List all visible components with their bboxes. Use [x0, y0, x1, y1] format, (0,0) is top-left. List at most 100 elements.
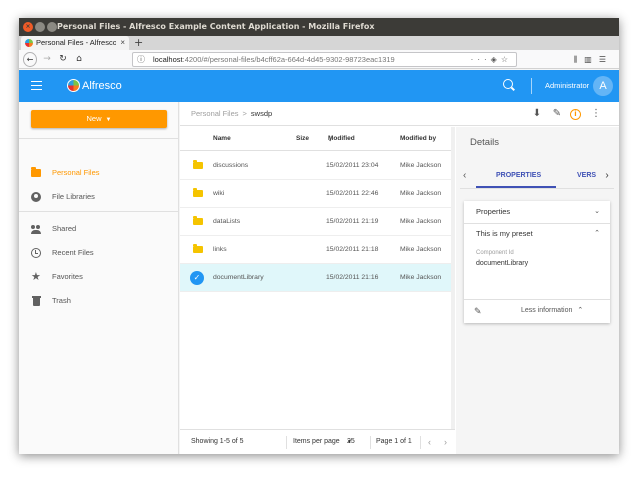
bookmark-star-icon[interactable]: ☆ — [501, 55, 512, 64]
table-row[interactable]: links 15/02/2011 21:18 Mike Jackson — [180, 236, 455, 264]
less-information-button[interactable]: Less information ⌃ — [521, 300, 583, 322]
check-circle-icon[interactable]: ✓ — [190, 271, 204, 285]
library-icon[interactable]: ⫼ — [574, 55, 585, 64]
row-name[interactable]: documentLibrary — [213, 264, 264, 292]
edit-pencil-icon[interactable]: ✎ — [474, 300, 482, 322]
browser-tabstrip: Personal Files - Alfresco × + — [19, 36, 619, 50]
sidebar-divider — [19, 211, 179, 212]
url-text: localhost:4200/#/personal-files/b4cff62a… — [153, 53, 395, 66]
reload-button[interactable]: ↻ — [57, 52, 69, 67]
window-close-button[interactable]: × — [23, 22, 33, 32]
folder-icon — [193, 160, 203, 169]
sidebar-item-label: Shared — [52, 224, 77, 233]
hamburger-menu-icon[interactable] — [31, 81, 42, 90]
new-button-label: New — [86, 114, 102, 123]
new-button[interactable]: New ▼ — [31, 110, 167, 128]
back-button[interactable]: ← — [23, 52, 37, 67]
table-row[interactable]: dataLists 15/02/2011 21:19 Mike Jackson — [180, 208, 455, 236]
sidebar-item-favorites[interactable]: ★ Favorites — [19, 267, 179, 287]
component-id-value: documentLibrary — [476, 260, 529, 267]
site-info-icon[interactable]: ⓘ — [137, 53, 145, 66]
browser-window: × Personal Files - Alfresco Example Cont… — [19, 18, 619, 454]
more-vert-icon[interactable]: ⋮ — [590, 108, 602, 120]
breadcrumb: Personal Files > swsdp — [191, 102, 272, 126]
column-header-modified-by[interactable]: Modified by — [400, 127, 436, 151]
pagination-divider — [420, 436, 421, 449]
sidebar-item-trash[interactable]: Trash — [19, 291, 179, 311]
row-name[interactable]: links — [213, 236, 227, 264]
sidebar-item-label: Trash — [52, 296, 71, 305]
breadcrumb-bar: Personal Files > swsdp ⬇ ✎ i ⋮ — [180, 102, 619, 126]
search-icon[interactable] — [503, 79, 513, 89]
folder-icon — [193, 216, 203, 225]
chevron-up-icon: ⌃ — [577, 307, 584, 314]
properties-header[interactable]: Properties — [476, 201, 510, 223]
url-actions: ···◈☆ — [471, 53, 512, 66]
prev-page-icon[interactable]: ‹ — [428, 430, 431, 454]
alfresco-logo-icon[interactable] — [67, 79, 80, 92]
table-row-selected[interactable]: ✓ documentLibrary 15/02/2011 21:16 Mike … — [180, 264, 455, 292]
details-title: Details — [470, 137, 500, 148]
table-header: Name Size ↓ Modified Modified by — [180, 127, 455, 151]
page-indicator[interactable]: Page 1 of 1 — [376, 430, 412, 454]
download-icon[interactable]: ⬇ — [531, 108, 543, 120]
next-page-icon[interactable]: › — [444, 430, 447, 454]
window-maximize-button[interactable] — [47, 22, 57, 32]
logo-text[interactable]: Alfresco — [82, 79, 122, 93]
window-minimize-button[interactable] — [35, 22, 45, 32]
row-name[interactable]: discussions — [213, 152, 248, 180]
column-header-modified-label: Modified — [328, 135, 355, 142]
home-button[interactable]: ⌂ — [73, 52, 85, 67]
user-avatar[interactable]: A — [593, 76, 613, 96]
sidebar-item-file-libraries[interactable]: File Libraries — [19, 187, 179, 207]
row-modified-by: Mike Jackson — [400, 274, 442, 281]
row-name[interactable]: dataLists — [213, 208, 240, 236]
breadcrumb-current: swsdp — [250, 109, 273, 118]
row-modified-by: Mike Jackson — [400, 162, 442, 169]
chevron-left-icon[interactable]: ‹ — [463, 163, 466, 188]
chevron-down-icon[interactable]: ⌄ — [594, 201, 600, 223]
items-per-page-label: Items per page — [293, 438, 340, 445]
tab-close-icon[interactable]: × — [120, 36, 125, 50]
breadcrumb-root[interactable]: Personal Files — [191, 109, 239, 118]
browser-tab[interactable]: Personal Files - Alfresco × — [21, 36, 129, 50]
sidebar-item-recent-files[interactable]: Recent Files — [19, 243, 179, 263]
url-bar[interactable]: ⓘ localhost:4200/#/personal-files/b4cff6… — [132, 52, 517, 67]
table-row[interactable]: discussions 15/02/2011 23:04 Mike Jackso… — [180, 152, 455, 180]
url-host: localhost — [153, 55, 183, 64]
chevron-right-icon[interactable]: › — [600, 163, 614, 188]
caret-down-icon: ▼ — [105, 117, 112, 123]
sidebar-item-label: Personal Files — [52, 168, 100, 177]
pocket-icon[interactable]: ◈ — [491, 55, 501, 64]
page-actions-icon[interactable]: ··· — [471, 55, 491, 64]
chevron-up-icon[interactable]: ⌃ — [594, 224, 600, 244]
star-icon: ★ — [31, 271, 41, 283]
column-header-name[interactable]: Name — [213, 127, 231, 151]
window-titlebar: × Personal Files - Alfresco Example Cont… — [19, 18, 619, 36]
app-header: Alfresco Administrator A — [19, 70, 619, 102]
folder-icon — [193, 188, 203, 197]
info-icon[interactable]: i — [570, 109, 581, 120]
row-modified: 15/02/2011 23:04 — [326, 162, 379, 169]
details-panel: Details ‹ PROPERTIES VERS › Properties ⌄… — [456, 127, 619, 454]
sidebar-item-shared[interactable]: Shared — [19, 219, 179, 239]
pagination-range: Showing 1-5 of 5 — [191, 438, 244, 445]
menu-icon[interactable]: ☰ — [599, 55, 613, 64]
new-tab-button[interactable]: + — [134, 36, 143, 50]
file-list: Name Size ↓ Modified Modified by discussi… — [180, 127, 455, 429]
preset-header[interactable]: This is my preset — [476, 224, 533, 244]
folder-icon — [31, 167, 41, 177]
list-scrollbar[interactable] — [451, 127, 455, 429]
tab-versions[interactable]: VERS — [577, 163, 596, 188]
sidebar-item-personal-files[interactable]: Personal Files — [19, 163, 179, 183]
table-row[interactable]: wiki 15/02/2011 22:46 Mike Jackson — [180, 180, 455, 208]
column-header-size[interactable]: Size — [296, 127, 309, 151]
pagination-footer: Showing 1-5 of 5 Items per page 25 ▼ Pag… — [180, 429, 455, 454]
row-name[interactable]: wiki — [213, 180, 224, 208]
sidebar: New ▼ Personal Files File Libraries Share… — [19, 102, 179, 454]
sidebar-toggle-icon[interactable]: ▥ — [584, 55, 599, 64]
edit-pencil-icon[interactable]: ✎ — [551, 108, 563, 120]
user-name[interactable]: Administrator — [545, 80, 589, 92]
sidebar-item-label: Recent Files — [52, 248, 94, 257]
forward-button[interactable]: → — [41, 52, 53, 67]
